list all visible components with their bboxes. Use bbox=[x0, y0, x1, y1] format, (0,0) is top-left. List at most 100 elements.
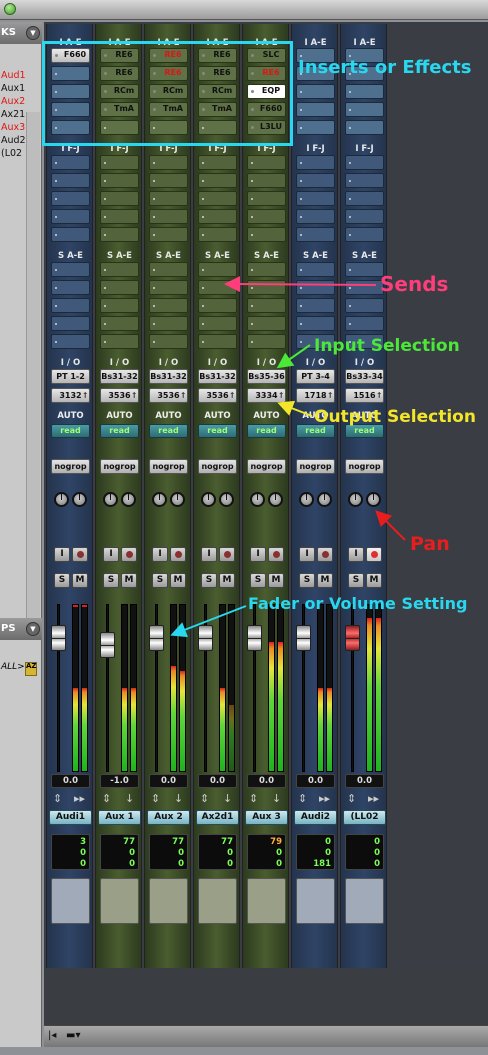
group-sort-badge[interactable]: AZ bbox=[25, 662, 37, 676]
record-arm-button[interactable] bbox=[170, 547, 186, 562]
mute-button[interactable]: M bbox=[72, 573, 88, 588]
solo-button[interactable]: S bbox=[103, 573, 119, 588]
insert-slot-fj[interactable] bbox=[149, 209, 188, 224]
automation-mode-button[interactable]: read bbox=[100, 424, 139, 438]
input-monitor-button[interactable]: I bbox=[348, 547, 364, 562]
insert-slot-fj[interactable] bbox=[296, 191, 335, 206]
comments-field[interactable] bbox=[149, 878, 188, 924]
send-slot[interactable] bbox=[198, 316, 237, 331]
insert-slot-fj[interactable] bbox=[296, 173, 335, 188]
insert-slot-fj[interactable] bbox=[345, 209, 384, 224]
input-selector[interactable]: Bs31-32 bbox=[149, 369, 188, 384]
group-button[interactable]: nogrop bbox=[100, 459, 139, 474]
down-arrow-icon[interactable]: ↓ bbox=[272, 792, 281, 805]
insert-slot-fj[interactable] bbox=[345, 191, 384, 206]
volume-fader[interactable] bbox=[100, 632, 115, 658]
pan-right-knob[interactable] bbox=[72, 492, 87, 507]
send-slot[interactable] bbox=[149, 262, 188, 277]
insert-slot-fj[interactable] bbox=[100, 209, 139, 224]
insert-slot-fj[interactable] bbox=[149, 155, 188, 170]
input-monitor-button[interactable]: I bbox=[250, 547, 266, 562]
solo-button[interactable]: S bbox=[152, 573, 168, 588]
input-monitor-button[interactable]: I bbox=[152, 547, 168, 562]
record-arm-button[interactable] bbox=[72, 547, 88, 562]
pan-left-knob[interactable] bbox=[348, 492, 363, 507]
output-selector[interactable]: 3334 † bbox=[247, 388, 286, 403]
insert-slot-fj[interactable] bbox=[100, 191, 139, 206]
chevron-down-icon[interactable]: ▼ bbox=[26, 26, 40, 40]
insert-slot-fj[interactable] bbox=[149, 191, 188, 206]
send-slot[interactable] bbox=[100, 280, 139, 295]
send-slot[interactable] bbox=[247, 262, 286, 277]
insert-slot-fj[interactable] bbox=[51, 209, 90, 224]
scroll-left-icon[interactable]: |◂ bbox=[48, 1030, 56, 1041]
groups-panel-header[interactable]: PS ▼ bbox=[0, 618, 42, 640]
track-name-button[interactable]: (LL02 bbox=[343, 810, 386, 825]
pan-left-knob[interactable] bbox=[250, 492, 265, 507]
track-name-button[interactable]: Aux 2 bbox=[147, 810, 190, 825]
comments-field[interactable] bbox=[100, 878, 139, 924]
send-slot[interactable] bbox=[198, 298, 237, 313]
send-slot[interactable] bbox=[149, 334, 188, 349]
automation-mode-button[interactable]: read bbox=[149, 424, 188, 438]
volume-fader[interactable] bbox=[51, 625, 66, 651]
send-slot[interactable] bbox=[100, 334, 139, 349]
record-arm-button[interactable] bbox=[366, 547, 382, 562]
input-selector[interactable]: Bs35-36 bbox=[247, 369, 286, 384]
record-arm-button[interactable] bbox=[121, 547, 137, 562]
insert-slot-fj[interactable] bbox=[296, 209, 335, 224]
send-slot[interactable] bbox=[51, 262, 90, 277]
comments-field[interactable] bbox=[345, 878, 384, 924]
insert-slot-fj[interactable] bbox=[198, 227, 237, 242]
mute-button[interactable]: M bbox=[268, 573, 284, 588]
solo-button[interactable]: S bbox=[348, 573, 364, 588]
solo-button[interactable]: S bbox=[54, 573, 70, 588]
volume-fader[interactable] bbox=[198, 625, 213, 651]
insert-slot[interactable] bbox=[296, 120, 335, 135]
pan-right-knob[interactable] bbox=[219, 492, 234, 507]
mute-button[interactable]: M bbox=[366, 573, 382, 588]
send-slot[interactable] bbox=[100, 262, 139, 277]
group-button[interactable]: nogrop bbox=[149, 459, 188, 474]
record-arm-button[interactable] bbox=[219, 547, 235, 562]
down-arrow-icon[interactable]: ↓ bbox=[125, 792, 134, 805]
pan-left-knob[interactable] bbox=[152, 492, 167, 507]
send-slot[interactable] bbox=[51, 280, 90, 295]
insert-slot-fj[interactable] bbox=[247, 227, 286, 242]
solo-button[interactable]: S bbox=[299, 573, 315, 588]
output-selector[interactable]: 1516 † bbox=[345, 388, 384, 403]
automation-mode-button[interactable]: read bbox=[247, 424, 286, 438]
insert-slot-fj[interactable] bbox=[51, 191, 90, 206]
insert-slot-fj[interactable] bbox=[149, 173, 188, 188]
track-name-button[interactable]: Aux 3 bbox=[245, 810, 288, 825]
send-slot[interactable] bbox=[100, 298, 139, 313]
playhead-icon[interactable]: ▸▸ bbox=[319, 792, 330, 805]
insert-slot-fj[interactable] bbox=[100, 227, 139, 242]
pan-right-knob[interactable] bbox=[317, 492, 332, 507]
pan-left-knob[interactable] bbox=[299, 492, 314, 507]
send-slot[interactable] bbox=[51, 334, 90, 349]
insert-slot-fj[interactable] bbox=[198, 155, 237, 170]
send-slot[interactable] bbox=[198, 334, 237, 349]
send-slot[interactable] bbox=[345, 280, 384, 295]
send-slot[interactable] bbox=[345, 262, 384, 277]
track-list-item[interactable]: Aux2 bbox=[1, 95, 42, 108]
track-list-scrollbar[interactable] bbox=[26, 112, 40, 632]
input-selector[interactable]: Bs31-32 bbox=[198, 369, 237, 384]
insert-slot-fj[interactable] bbox=[345, 227, 384, 242]
insert-slot[interactable] bbox=[345, 84, 384, 99]
nudge-arrows-icon[interactable]: ⇕ bbox=[249, 792, 258, 805]
nudge-arrows-icon[interactable]: ⇕ bbox=[347, 792, 356, 805]
send-slot[interactable] bbox=[51, 316, 90, 331]
send-slot[interactable] bbox=[296, 316, 335, 331]
pan-left-knob[interactable] bbox=[201, 492, 216, 507]
output-selector[interactable]: 3132 † bbox=[51, 388, 90, 403]
pan-left-knob[interactable] bbox=[54, 492, 69, 507]
record-arm-button[interactable] bbox=[268, 547, 284, 562]
volume-fader[interactable] bbox=[296, 625, 311, 651]
output-selector[interactable]: 3536 † bbox=[198, 388, 237, 403]
insert-slot[interactable] bbox=[345, 120, 384, 135]
window-zoom-button[interactable] bbox=[4, 3, 16, 15]
volume-fader[interactable] bbox=[247, 625, 262, 651]
send-slot[interactable] bbox=[247, 280, 286, 295]
